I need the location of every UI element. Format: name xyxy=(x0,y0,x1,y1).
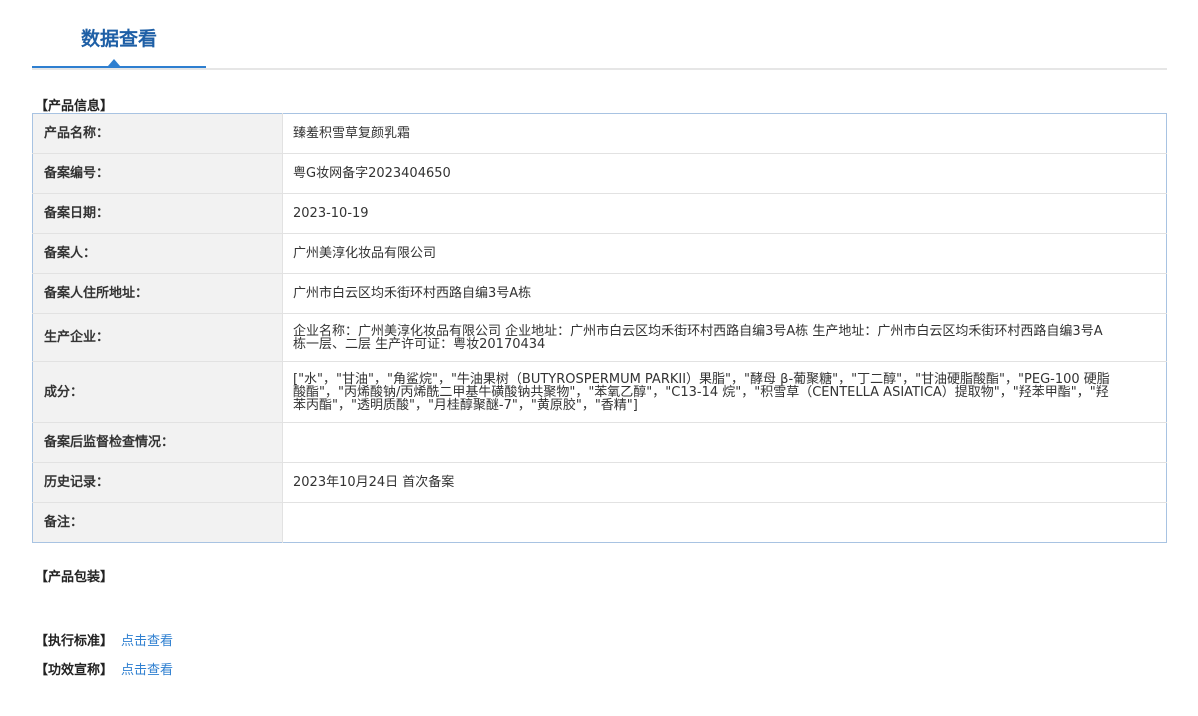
row-label-manufacturer: 生产企业： xyxy=(32,313,283,362)
row-label-registrant: 备案人： xyxy=(32,233,283,274)
table-row: 产品名称： 臻羞积雪草复颜乳霜 xyxy=(32,113,1167,154)
efficacy-view-link[interactable]: 点击查看 xyxy=(121,663,173,678)
row-value-remarks xyxy=(282,502,1167,543)
tab-bar: 数据查看 xyxy=(32,0,1167,70)
table-row: 备注： xyxy=(32,502,1167,543)
table-row: 历史记录： 2023年10月24日 首次备案 xyxy=(32,462,1167,503)
row-label-remarks: 备注： xyxy=(32,502,283,543)
table-row: 成分： ["水"，"甘油"，"角鲨烷"，"牛油果树（BUTYROSPERMUM … xyxy=(32,361,1167,423)
row-value-supervision xyxy=(282,422,1167,463)
table-row: 备案人： 广州美淳化妆品有限公司 xyxy=(32,233,1167,274)
table-row: 生产企业： 企业名称：广州美淳化妆品有限公司 企业地址：广州市白云区均禾街环村西… xyxy=(32,313,1167,362)
row-value-registrant-address: 广州市白云区均禾街环村西路自编3号A栋 xyxy=(282,273,1167,314)
row-label-supervision: 备案后监督检查情况： xyxy=(32,422,283,463)
table-row: 备案后监督检查情况： xyxy=(32,422,1167,463)
row-label-record-date: 备案日期： xyxy=(32,193,283,234)
section-title-product-info: 【产品信息】 xyxy=(35,99,114,114)
tab-data-view[interactable]: 数据查看 xyxy=(32,0,206,68)
row-value-ingredients: ["水"，"甘油"，"角鲨烷"，"牛油果树（BUTYROSPERMUM PARK… xyxy=(282,361,1167,423)
row-label-registrant-address: 备案人住所地址： xyxy=(32,273,283,314)
product-info-table: 产品名称： 臻羞积雪草复颜乳霜 备案编号： 粤G妆网备字2023404650 备… xyxy=(32,113,1167,543)
efficacy-label: 【功效宣称】 xyxy=(35,663,114,678)
row-value-registrant: 广州美淳化妆品有限公司 xyxy=(282,233,1167,274)
table-row: 备案人住所地址： 广州市白云区均禾街环村西路自编3号A栋 xyxy=(32,273,1167,314)
table-row: 备案编号： 粤G妆网备字2023404650 xyxy=(32,153,1167,194)
standard-label: 【执行标准】 xyxy=(35,634,114,649)
table-row: 备案日期： 2023-10-19 xyxy=(32,193,1167,234)
row-value-record-date: 2023-10-19 xyxy=(282,193,1167,234)
row-value-manufacturer: 企业名称：广州美淳化妆品有限公司 企业地址：广州市白云区均禾街环村西路自编3号A… xyxy=(282,313,1167,362)
row-label-history: 历史记录： xyxy=(32,462,283,503)
row-label-record-number: 备案编号： xyxy=(32,153,283,194)
row-label-product-name: 产品名称： xyxy=(32,113,283,154)
tab-active-indicator-icon xyxy=(108,59,120,66)
section-title-product-packaging: 【产品包装】 xyxy=(35,570,114,585)
efficacy-link-row: 【功效宣称】 点击查看 xyxy=(35,659,173,678)
row-value-product-name: 臻羞积雪草复颜乳霜 xyxy=(293,126,411,141)
row-value-record-number: 粤G妆网备字2023404650 xyxy=(282,153,1167,194)
row-value-history: 2023年10月24日 首次备案 xyxy=(282,462,1167,503)
standard-view-link[interactable]: 点击查看 xyxy=(121,634,173,649)
tab-data-view-label: 数据查看 xyxy=(80,28,157,50)
standard-link-row: 【执行标准】 点击查看 xyxy=(35,630,173,649)
row-label-ingredients: 成分： xyxy=(32,361,283,423)
